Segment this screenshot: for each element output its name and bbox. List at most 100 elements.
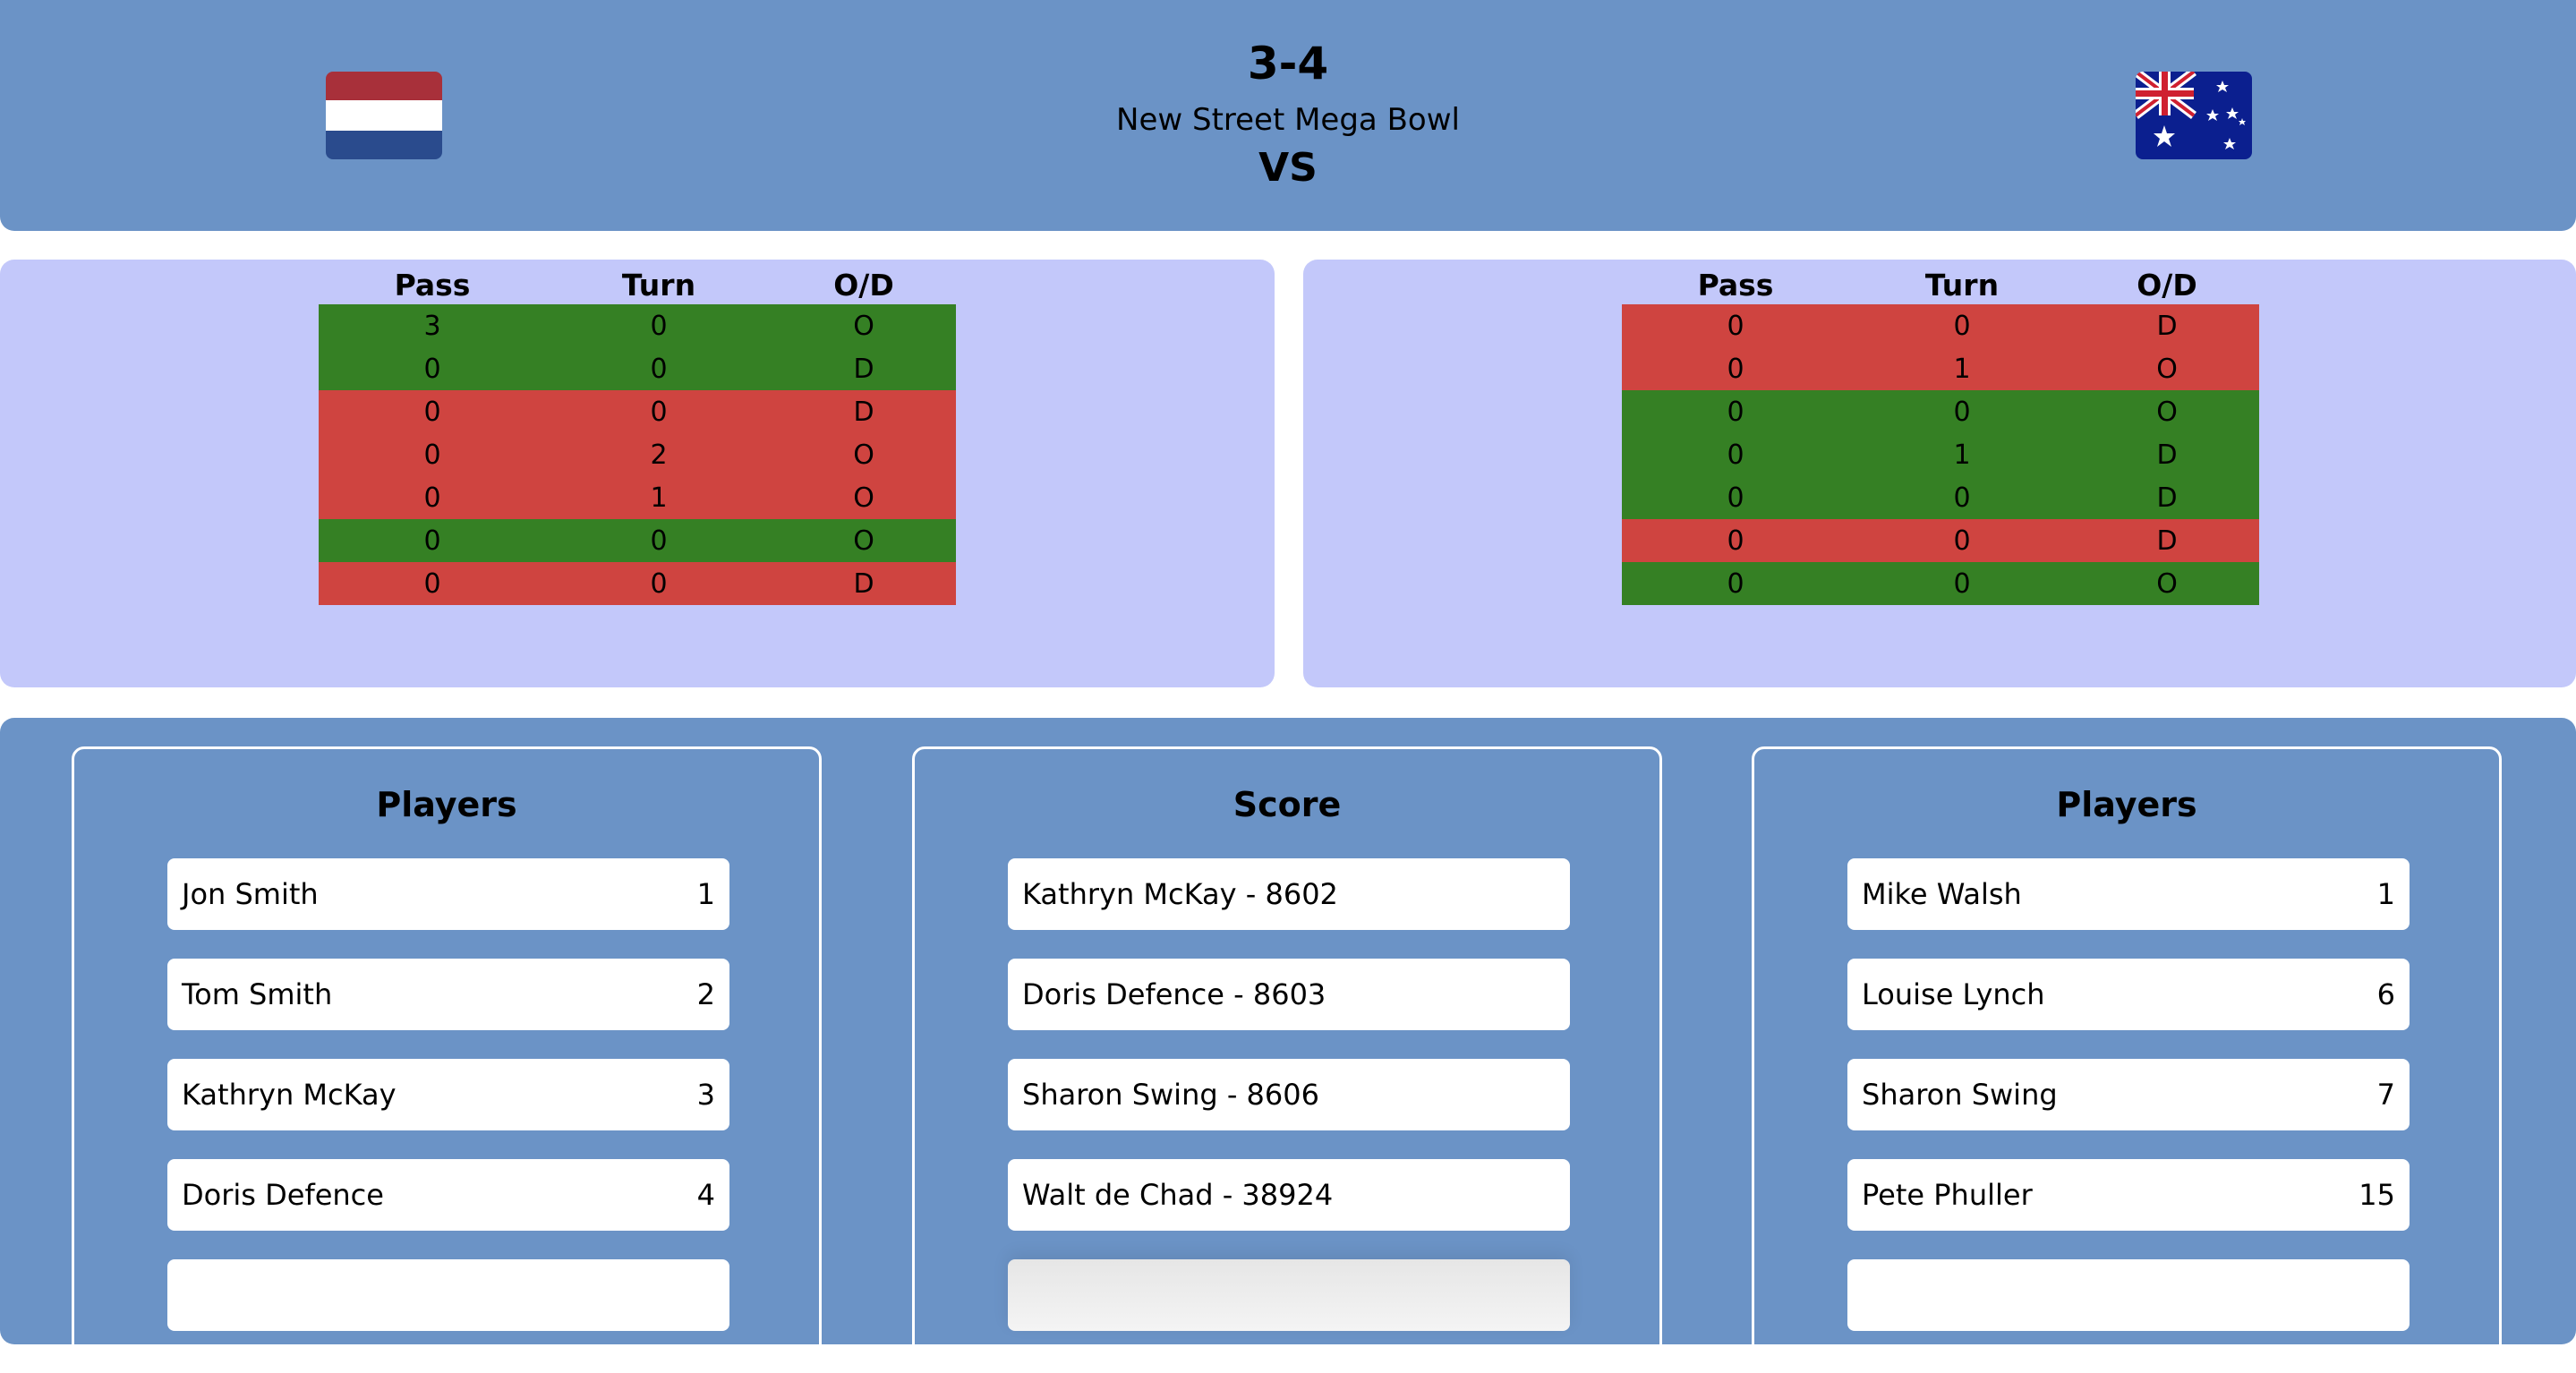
stats-row: 0 1 O [1622,347,2259,390]
stat-od: D [853,353,874,385]
player-item[interactable]: Louise Lynch 6 [1847,959,2410,1030]
stat-pass: 0 [1727,310,1744,342]
player-item[interactable]: Jon Smith 1 [167,858,729,930]
stats-row: 0 0 O [319,519,956,562]
header-pass: Pass [394,268,471,303]
stat-pass: 0 [1727,482,1744,514]
stat-od: O [853,482,874,514]
stat-od: D [853,396,874,428]
stat-pass: 0 [1727,439,1744,471]
away-stats-panel: Pass Turn O/D 0 0 D 0 1 O 0 0 O 0 1 D 0 0 D 0 0 D 0 0 O [1303,260,2576,687]
home-players-card: Players Jon Smith 1 Tom Smith 2 Kathryn … [72,746,822,1373]
match-header: 3-4 New Street Mega Bowl VS [0,0,2576,231]
stat-od: O [853,439,874,471]
player-item[interactable]: Sharon Swing 7 [1847,1059,2410,1130]
player-number: 6 [2376,977,2395,1011]
player-item[interactable]: Mike Walsh 1 [1847,858,2410,930]
stat-od: O [2156,353,2178,385]
header-turn: Turn [621,268,696,303]
player-name: Mike Walsh [1862,877,2022,911]
header-pass: Pass [1697,268,1774,303]
player-name: Kathryn McKay [182,1078,397,1112]
player-name: Tom Smith [182,977,333,1011]
player-name: Louise Lynch [1862,977,2045,1011]
stat-turn: 2 [650,439,668,471]
stats-row: 0 0 D [1622,519,2259,562]
player-item[interactable]: Kathryn McKay 3 [167,1059,729,1130]
score-entry: Kathryn McKay - 8602 [1022,877,1338,911]
player-item-partial[interactable] [167,1259,729,1331]
stat-turn: 1 [1953,353,1971,385]
stat-pass: 0 [423,482,441,514]
header-od: O/D [833,268,894,303]
stat-pass: 0 [423,524,441,557]
stat-od: D [2156,482,2178,514]
stat-turn: 1 [1953,439,1971,471]
stat-od: O [2156,396,2178,428]
player-number: 4 [696,1178,715,1212]
stat-turn: 0 [650,353,668,385]
australia-flag-icon [2136,72,2252,159]
stats-row: 3 0 O [319,304,956,347]
home-stats-panel: Pass Turn O/D 3 0 O 0 0 D 0 0 D 0 2 O 0 1 O 0 0 O 0 0 D [0,260,1275,687]
player-item[interactable]: Pete Phuller 15 [1847,1159,2410,1231]
stats-row: 0 0 D [1622,304,2259,347]
score-item[interactable]: Kathryn McKay - 8602 [1008,858,1570,930]
stat-pass: 0 [1727,524,1744,557]
stat-turn: 0 [1953,567,1971,600]
stat-od: D [2156,524,2178,557]
stat-turn: 0 [1953,482,1971,514]
header-od: O/D [2137,268,2197,303]
stat-pass: 3 [423,310,441,342]
stats-header-row: Pass Turn O/D [1622,260,2259,304]
score-item[interactable]: Doris Defence - 8603 [1008,959,1570,1030]
stats-row: 0 0 D [319,562,956,605]
stat-od: D [853,567,874,600]
player-number: 7 [2376,1078,2395,1112]
player-name: Pete Phuller [1862,1178,2033,1212]
score-item[interactable]: Sharon Swing - 8606 [1008,1059,1570,1130]
player-number: 1 [2376,877,2395,911]
stat-turn: 0 [650,567,668,600]
stat-pass: 0 [423,439,441,471]
home-stats-table: Pass Turn O/D 3 0 O 0 0 D 0 0 D 0 2 O 0 1 O 0 0 O 0 0 D [319,260,956,605]
score-title: Score [1233,785,1342,824]
stat-turn: 0 [650,310,668,342]
stat-od: O [853,310,874,342]
player-number: 15 [2358,1178,2395,1212]
stat-turn: 0 [650,396,668,428]
stat-turn: 0 [1953,524,1971,557]
score-item[interactable]: Walt de Chad - 38924 [1008,1159,1570,1231]
stat-od: O [2156,567,2178,600]
stat-pass: 0 [1727,567,1744,600]
score-entry: Walt de Chad - 38924 [1022,1178,1334,1212]
stat-turn: 0 [650,524,668,557]
player-name: Sharon Swing [1862,1078,2058,1112]
stat-turn: 0 [1953,396,1971,428]
home-players-title: Players [376,785,517,824]
player-item[interactable]: Doris Defence 4 [167,1159,729,1231]
score-entry: Doris Defence - 8603 [1022,977,1326,1011]
stats-row: 0 1 D [1622,433,2259,476]
away-players-title: Players [2056,785,2197,824]
stat-od: D [2156,439,2178,471]
stats-row: 0 0 O [1622,562,2259,605]
score-entry: Sharon Swing - 8606 [1022,1078,1319,1112]
stats-row: 0 0 D [319,390,956,433]
header-turn: Turn [1924,268,2000,303]
stat-od: D [2156,310,2178,342]
stat-od: O [853,524,874,557]
player-number: 3 [696,1078,715,1112]
away-stats-table: Pass Turn O/D 0 0 D 0 1 O 0 0 O 0 1 D 0 0 D 0 0 D 0 0 O [1622,260,2259,605]
player-name: Doris Defence [182,1178,384,1212]
score-item-partial[interactable] [1008,1259,1570,1331]
score-card: Score Kathryn McKay - 8602 Doris Defence… [912,746,1662,1373]
player-item-partial[interactable] [1847,1259,2410,1331]
stats-row: 0 0 O [1622,390,2259,433]
stat-turn: 0 [1953,310,1971,342]
stats-row: 0 2 O [319,433,956,476]
stat-pass: 0 [423,353,441,385]
stat-pass: 0 [423,567,441,600]
player-item[interactable]: Tom Smith 2 [167,959,729,1030]
stat-pass: 0 [423,396,441,428]
